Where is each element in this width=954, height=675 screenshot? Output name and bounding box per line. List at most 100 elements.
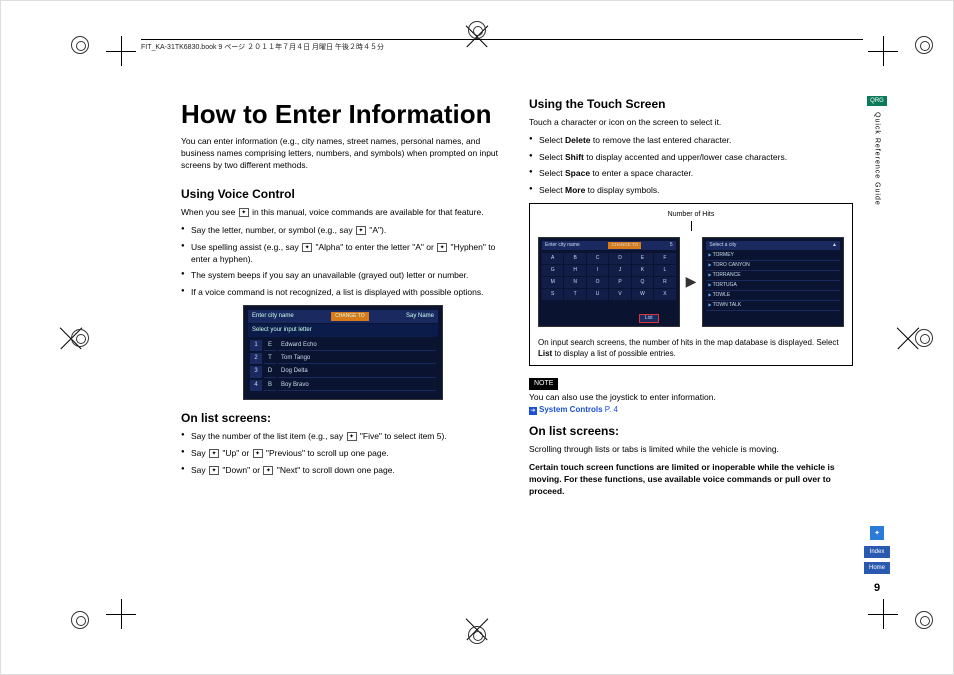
text: to display accented and upper/lower case… bbox=[584, 152, 787, 162]
sidebar-vertical-title: Quick Reference Guide bbox=[874, 112, 881, 206]
voice-icon: ✦ bbox=[347, 432, 357, 441]
screenshot-voice: Enter city name CHANGE TO Say Name Selec… bbox=[243, 305, 443, 400]
index-tab[interactable]: Index bbox=[864, 546, 890, 558]
text: Use spelling assist (e.g., say bbox=[191, 242, 301, 252]
list-item: Say the number of the list item (e.g., s… bbox=[181, 431, 505, 443]
cell: Dog Delta bbox=[278, 366, 436, 377]
text: Select bbox=[539, 168, 565, 178]
text: "Next" to scroll down one page. bbox=[274, 465, 394, 475]
cell: Tom Tango bbox=[278, 353, 436, 364]
text: Say the letter, number, or symbol (e.g.,… bbox=[191, 225, 355, 235]
letter-key: G bbox=[542, 265, 563, 276]
cell: Boy Bravo bbox=[278, 380, 436, 391]
right-column: Using the Touch Screen Touch a character… bbox=[529, 96, 853, 594]
text: in this manual, voice commands are avail… bbox=[250, 207, 484, 217]
letter-key: A bbox=[542, 253, 563, 264]
text: "Up" or bbox=[220, 448, 252, 458]
page-content: How to Enter Information You can enter i… bbox=[181, 96, 853, 594]
letter-key: I bbox=[587, 265, 608, 276]
intro-text: You can enter information (e.g., city na… bbox=[181, 136, 505, 172]
letter-key: H bbox=[564, 265, 585, 276]
text: On input search screens, the number of h… bbox=[538, 338, 839, 347]
letter-key: L bbox=[654, 265, 675, 276]
letter-key: D bbox=[609, 253, 630, 264]
voice-intro: When you see ✦ in this manual, voice com… bbox=[181, 207, 505, 219]
list-item: Say ✦ "Up" or ✦ "Previous" to scroll up … bbox=[181, 448, 505, 460]
table-row: 1EEdward Echo bbox=[250, 340, 436, 351]
registration-mark bbox=[915, 611, 933, 629]
double-screenshot: Enter city nameCHANGE TO5 ABCDEFGHIJKLMN… bbox=[538, 237, 844, 327]
text: Enter city name bbox=[545, 242, 580, 249]
text: Delete bbox=[565, 135, 591, 145]
heading-list-right: On list screens: bbox=[529, 423, 853, 440]
text: Select bbox=[539, 135, 565, 145]
city-item: TORO CANYON bbox=[706, 261, 840, 271]
letter-key: O bbox=[587, 277, 608, 288]
letter-key: F bbox=[654, 253, 675, 264]
note-badge: NOTE bbox=[529, 378, 558, 390]
list-item: Use spelling assist (e.g., say ✦ "Alpha"… bbox=[181, 242, 505, 266]
registration-mark bbox=[468, 21, 486, 39]
text: System Controls bbox=[539, 405, 605, 414]
letter-key: N bbox=[564, 277, 585, 288]
letter-key: T bbox=[564, 289, 585, 300]
screenshot-subbar: Select your input letter bbox=[248, 324, 438, 336]
city-item: TOWLE bbox=[706, 291, 840, 301]
text: When you see bbox=[181, 207, 238, 217]
registration-mark bbox=[468, 626, 486, 644]
city-item: TORMEY bbox=[706, 251, 840, 261]
text: CHANGE TO bbox=[608, 242, 641, 249]
voice-icon: ✦ bbox=[302, 243, 312, 252]
text: Space bbox=[565, 168, 590, 178]
table-row: 4BBoy Bravo bbox=[250, 380, 436, 391]
list-item: Say ✦ "Down" or ✦ "Next" to scroll down … bbox=[181, 465, 505, 477]
touch-list: Select Delete to remove the last entered… bbox=[529, 135, 853, 198]
left-column: How to Enter Information You can enter i… bbox=[181, 96, 505, 594]
system-controls-link[interactable]: ➔System Controls P. 4 bbox=[529, 404, 853, 415]
list-item: Say the letter, number, or symbol (e.g.,… bbox=[181, 225, 505, 237]
text: "A"). bbox=[367, 225, 386, 235]
letter-key: U bbox=[587, 289, 608, 300]
box-caption: On input search screens, the number of h… bbox=[538, 333, 844, 359]
city-item: TORTUGA bbox=[706, 281, 840, 291]
home-tab[interactable]: Home bbox=[864, 562, 890, 574]
letter-key: Q bbox=[632, 277, 653, 288]
letter-key: B bbox=[564, 253, 585, 264]
list-item: The system beeps if you say an unavailab… bbox=[181, 270, 505, 282]
registration-mark bbox=[71, 36, 89, 54]
text: to display a list of possible entries. bbox=[552, 349, 676, 358]
voice-icon: ✦ bbox=[263, 466, 273, 475]
table-row: 3DDog Delta bbox=[250, 366, 436, 377]
list-item: Select Shift to display accented and upp… bbox=[529, 152, 853, 164]
voice-tab-icon[interactable]: ✦ bbox=[870, 526, 884, 540]
text: Say bbox=[191, 448, 208, 458]
sidebar: QRG Quick Reference Guide ✦ Index Home 9 bbox=[866, 96, 888, 594]
text: to remove the last entered character. bbox=[591, 135, 732, 145]
voice-icon: ✦ bbox=[209, 449, 219, 458]
bar: Enter city nameCHANGE TO5 bbox=[542, 241, 676, 250]
text: List bbox=[538, 349, 552, 358]
page-title: How to Enter Information bbox=[181, 96, 505, 132]
page-frame: FIT_KA-31TK6830.book 9 ページ ２０１１年７月４日 月曜日… bbox=[0, 0, 954, 675]
crop-mark bbox=[868, 36, 898, 66]
letter-key: K bbox=[632, 265, 653, 276]
arrow-icon: ▶ bbox=[686, 272, 697, 292]
page-number: 9 bbox=[874, 582, 880, 594]
list-item: Select Delete to remove the last entered… bbox=[529, 135, 853, 147]
text: "Previous" to scroll up one page. bbox=[264, 448, 389, 458]
list-item: Select Space to enter a space character. bbox=[529, 168, 853, 180]
letter-key: R bbox=[654, 277, 675, 288]
registration-mark bbox=[71, 611, 89, 629]
letter-key: X bbox=[654, 289, 675, 300]
cell: 4 bbox=[250, 380, 262, 391]
cell: 2 bbox=[250, 353, 262, 364]
list-screens-list: Say the number of the list item (e.g., s… bbox=[181, 431, 505, 477]
double-screenshot-box: Number of Hits Enter city nameCHANGE TO5… bbox=[529, 203, 853, 366]
letter-grid: ABCDEFGHIJKLMNOPQRSTUVWX bbox=[542, 253, 676, 300]
text: Select a city bbox=[709, 242, 736, 249]
text: Say Name bbox=[406, 312, 434, 321]
letter-key: J bbox=[609, 265, 630, 276]
text: Select bbox=[539, 152, 565, 162]
text: CHANGE TO bbox=[331, 312, 369, 321]
letter-key: V bbox=[609, 289, 630, 300]
